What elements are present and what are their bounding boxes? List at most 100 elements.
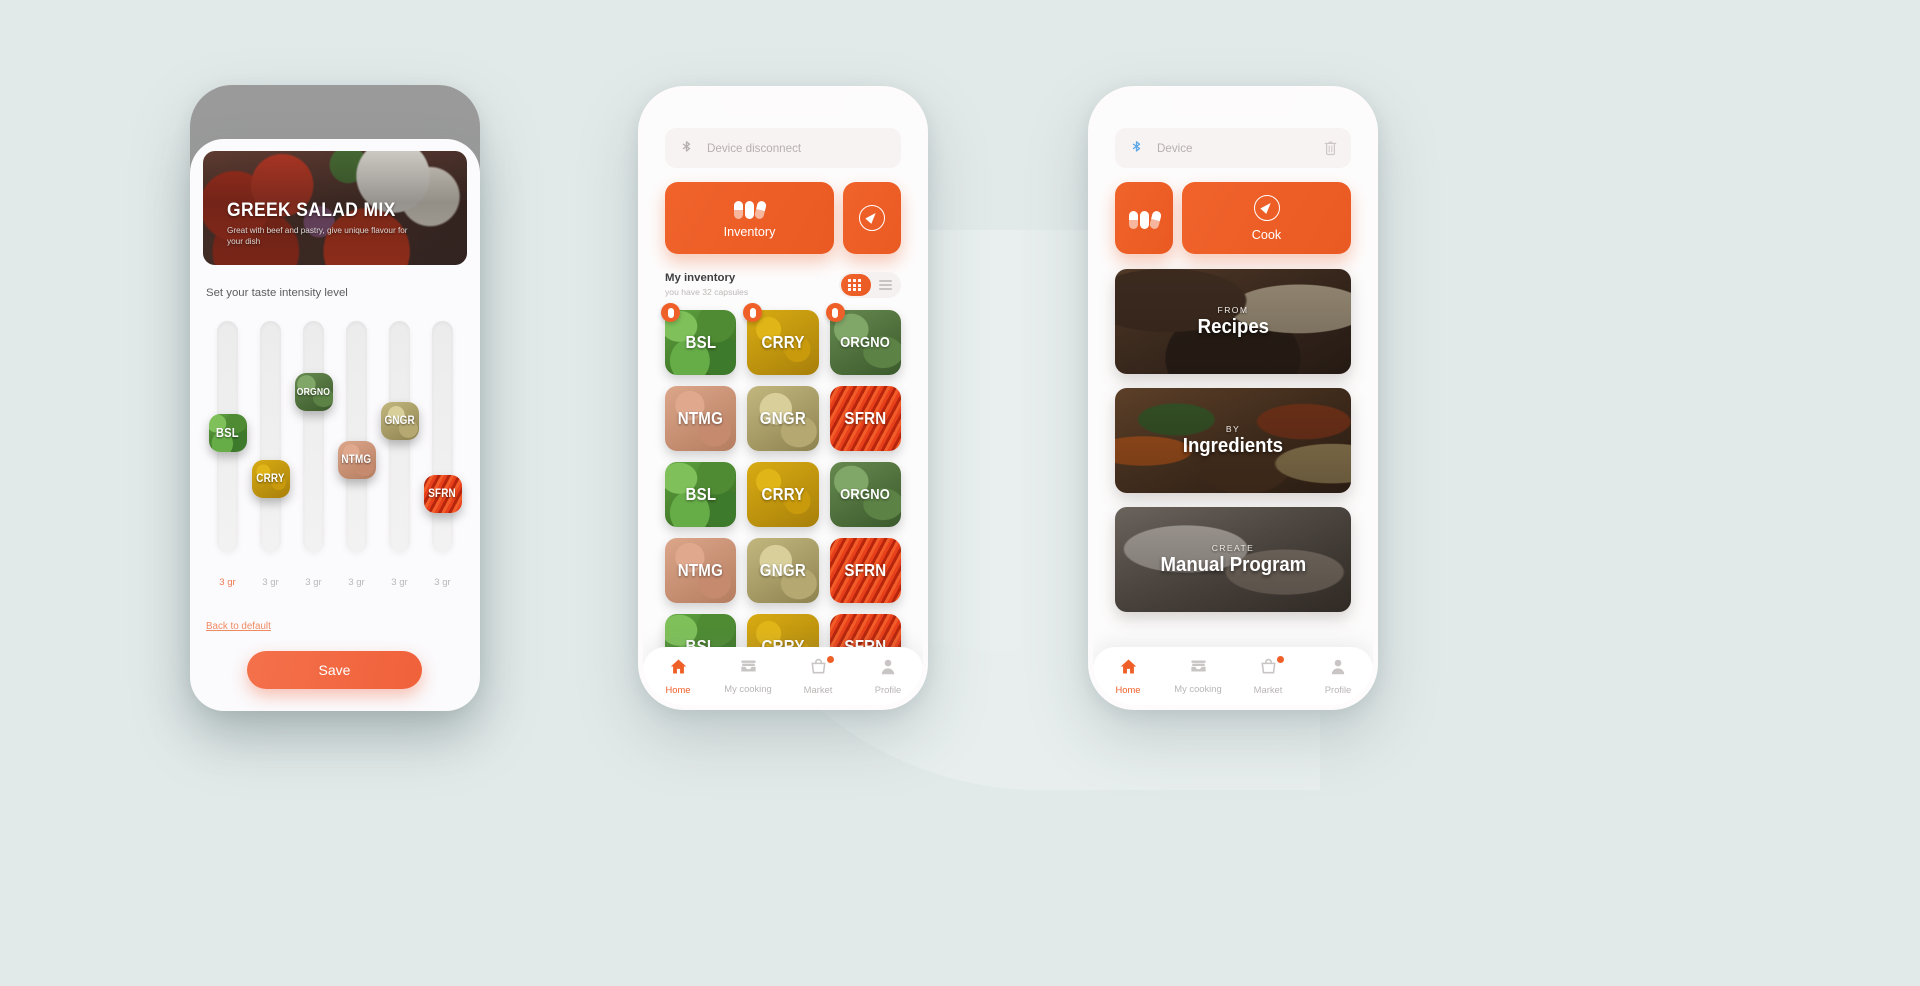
action-row: Cook	[1115, 182, 1351, 254]
view-mode-toggle[interactable]	[839, 272, 901, 298]
card-title: Manual Program	[1160, 553, 1306, 576]
device-status-bar[interactable]: Device disconnect	[665, 128, 901, 168]
capsule-tile[interactable]: NTMG	[665, 386, 737, 451]
capsule-tile[interactable]: BSL	[665, 462, 737, 527]
slider-value-label: 3 gr	[262, 577, 279, 588]
tab-label: Market	[803, 683, 833, 695]
tab-profile[interactable]: Profile	[1309, 658, 1367, 695]
inventory-screen: Device disconnect Inventory My inventory…	[643, 91, 923, 705]
capsule-tile[interactable]: CRRY	[747, 462, 819, 527]
back-to-default-link[interactable]: Back to default	[206, 621, 271, 632]
capsule-code: NTMG	[677, 560, 724, 580]
capsule-tile[interactable]: ORGNO	[829, 462, 901, 527]
capsule-tile[interactable]: SFRN	[829, 538, 901, 603]
device-status-text: Device disconnect	[707, 141, 802, 155]
cook-button-label: Cook	[1251, 227, 1282, 242]
capsule-code: GNGR	[759, 560, 807, 580]
slider-thumb-sfrn[interactable]: SFRN	[423, 475, 462, 514]
capsule-tile[interactable]: ORGNO	[825, 303, 901, 375]
cook-mode-cards: FROM Recipes BY Ingredients CREATE Manual Pro…	[1115, 269, 1351, 612]
intensity-slider-group: BSL CRRY ORGNO NTMG GNGR SFRN	[206, 321, 464, 571]
slider-track[interactable]	[346, 321, 367, 552]
card-kicker: BY	[1225, 423, 1241, 434]
inventory-title: My inventory	[665, 272, 736, 284]
capsule-tile[interactable]: GNGR	[747, 386, 819, 451]
slider-thumb-orgno[interactable]: ORGNO	[294, 373, 333, 412]
tab-home[interactable]: Home	[1099, 658, 1157, 695]
tab-profile[interactable]: Profile	[859, 658, 917, 695]
tab-label: My cooking	[724, 683, 772, 694]
device-status-text: Device	[1157, 141, 1193, 155]
cook-mode-card[interactable]: CREATE Manual Program	[1115, 507, 1351, 612]
phone-notch	[720, 91, 846, 117]
cook-button[interactable]: Cook	[1182, 182, 1351, 254]
trash-icon[interactable]	[1324, 140, 1337, 156]
tab-home[interactable]: Home	[649, 658, 707, 695]
inventory-shortcut-button[interactable]	[1115, 182, 1173, 254]
capsule-tile[interactable]: GNGR	[747, 538, 819, 603]
home-icon	[669, 658, 688, 680]
slider-value-label: 3 gr	[305, 577, 322, 588]
slider-thumb-label: SFRN	[428, 488, 457, 501]
list-view-icon[interactable]	[870, 280, 901, 290]
action-row: Inventory	[665, 182, 901, 254]
capsule-tile[interactable]: SFRN	[829, 386, 901, 451]
slider-value-label: 3 gr	[219, 577, 236, 588]
card-title: Ingredients	[1182, 434, 1284, 457]
cook-screen: Device Cook FROM Recipes BY Ingredients …	[1093, 91, 1373, 705]
recipe-subtitle: Great with beef and pastry, give unique …	[227, 226, 408, 246]
cook-mode-card[interactable]: BY Ingredients	[1115, 388, 1351, 493]
tab-label: Profile	[1324, 683, 1352, 695]
inventory-count: you have 32 capsules	[665, 287, 749, 297]
inventory-button[interactable]: Inventory	[665, 182, 834, 254]
grid-view-icon[interactable]	[839, 278, 870, 292]
slider-value-row: 3 gr 3 gr 3 gr 3 gr 3 gr 3 gr	[206, 577, 464, 593]
capsule-code: CRRY	[761, 484, 805, 504]
slider-thumb-crry[interactable]: CRRY	[251, 459, 290, 498]
card-title: Recipes	[1197, 315, 1269, 338]
slider-thumb-label: CRRY	[256, 472, 285, 485]
market-icon	[1260, 658, 1277, 680]
capsule-badge-icon	[661, 303, 680, 322]
slider-thumb-label: ORGNO	[296, 386, 331, 398]
recipe-hero-image: GREEK SALAD MIX Great with beef and past…	[203, 151, 467, 265]
cook-mode-card[interactable]: FROM Recipes	[1115, 269, 1351, 374]
cooking-icon	[739, 658, 758, 679]
slider-value-label: 3 gr	[434, 577, 451, 588]
slider-track[interactable]	[303, 321, 324, 552]
capsule-code: GNGR	[759, 408, 807, 428]
tab-label: Profile	[874, 683, 902, 695]
device-status-bar[interactable]: Device	[1115, 128, 1351, 168]
tab-market[interactable]: Market	[789, 655, 847, 695]
slider-thumb-ntmg[interactable]: NTMG	[337, 440, 376, 479]
slider-value-label: 3 gr	[391, 577, 408, 588]
capsule-code: BSL	[685, 484, 717, 504]
notification-dot	[1277, 655, 1284, 663]
bluetooth-icon	[682, 140, 691, 152]
capsule-tile[interactable]: CRRY	[743, 303, 819, 375]
capsule-tile[interactable]: NTMG	[665, 538, 737, 603]
capsule-tile[interactable]: BSL	[661, 303, 737, 375]
slider-thumb-gngr[interactable]: GNGR	[380, 402, 419, 441]
inventory-button-label: Inventory	[723, 225, 776, 239]
save-button[interactable]: Save	[247, 651, 422, 689]
inventory-header: My inventory you have 32 capsules	[665, 272, 901, 298]
cooking-icon	[1189, 658, 1208, 679]
tab-market[interactable]: Market	[1239, 655, 1297, 695]
slider-track[interactable]	[432, 321, 453, 552]
compass-icon	[1253, 194, 1280, 221]
slider-thumb-label: BSL	[216, 425, 239, 441]
slider-track[interactable]	[260, 321, 281, 552]
tab-label: Home	[665, 683, 691, 695]
phone-notch	[1170, 91, 1296, 117]
capsules-icon	[734, 197, 768, 220]
tab-my-cooking[interactable]: My cooking	[719, 658, 777, 694]
tab-label: My cooking	[1174, 683, 1222, 694]
phone-frame-3: Device Cook FROM Recipes BY Ingredients …	[1088, 86, 1378, 710]
cook-shortcut-button[interactable]	[843, 182, 901, 254]
tab-my-cooking[interactable]: My cooking	[1169, 658, 1227, 694]
capsule-code: SFRN	[844, 408, 887, 428]
market-icon	[810, 658, 827, 680]
capsule-grid: BSL CRRY ORGNO NTMG GNGR SFRN BSL CRRY ORGNO NTMG…	[661, 303, 901, 679]
slider-thumb-bsl[interactable]: BSL	[208, 413, 247, 452]
